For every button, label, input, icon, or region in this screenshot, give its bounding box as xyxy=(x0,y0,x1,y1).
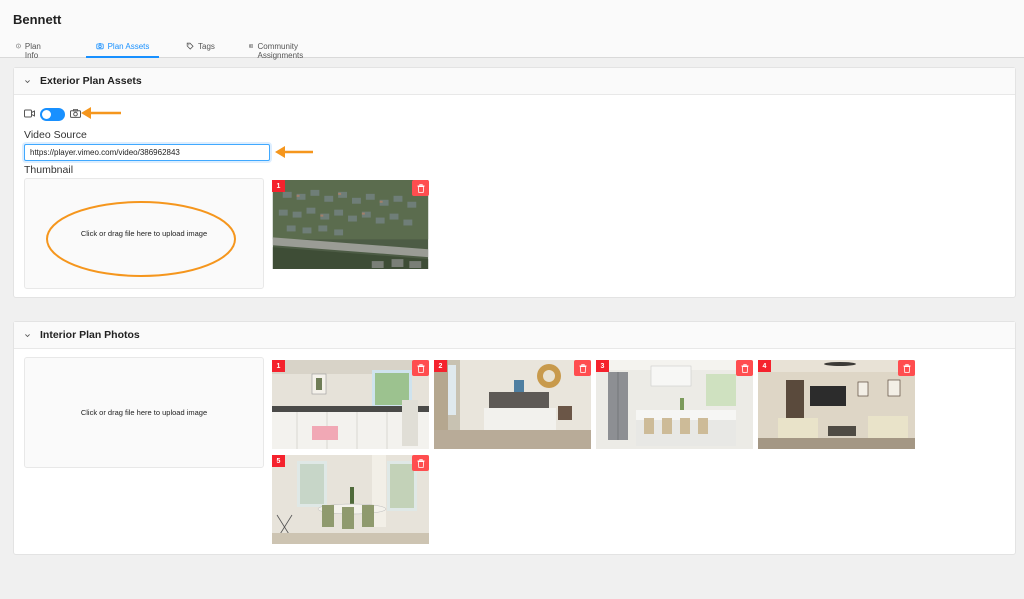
camera-icon xyxy=(70,109,81,118)
panel-title: Interior Plan Photos xyxy=(40,329,140,341)
tab-tags[interactable]: Tags xyxy=(186,34,215,58)
image-index-badge: 5 xyxy=(272,455,285,467)
interior-photo-1[interactable]: 1 xyxy=(272,360,429,449)
kitchen-photo xyxy=(272,360,429,449)
tab-label: Community Assignments xyxy=(257,42,304,60)
video-source-input[interactable] xyxy=(24,144,270,161)
image-index-badge: 3 xyxy=(596,360,609,372)
tab-plan-assets[interactable]: Plan Assets xyxy=(86,34,159,58)
tab-plan-info[interactable]: Plan Info xyxy=(16,34,44,60)
toggle-knob xyxy=(42,110,51,119)
delete-image-button[interactable] xyxy=(412,455,429,471)
chevron-down-icon xyxy=(25,79,30,83)
tab-label: Tags xyxy=(198,42,215,51)
table-icon xyxy=(249,44,254,48)
trash-icon xyxy=(417,458,424,468)
media-type-toggle[interactable] xyxy=(40,108,65,121)
trash-icon xyxy=(417,363,424,373)
trash-icon xyxy=(579,363,586,373)
upload-hint: Click or drag file here to upload image xyxy=(80,229,208,238)
exterior-thumbnail-1[interactable]: 1 xyxy=(272,180,429,270)
interior-panel-header[interactable]: Interior Plan Photos xyxy=(14,322,1015,349)
trash-icon xyxy=(741,363,748,373)
delete-image-button[interactable] xyxy=(412,360,429,376)
living-room-photo xyxy=(758,360,915,449)
page-header: Bennett Plan Info Plan Assets Tags Commu… xyxy=(0,0,1024,60)
delete-image-button[interactable] xyxy=(412,180,429,196)
image-index-badge: 2 xyxy=(434,360,447,372)
exterior-plan-assets-panel: Exterior Plan Assets Video Source Thumbn… xyxy=(13,67,1016,298)
interior-photo-4[interactable]: 4 xyxy=(758,360,915,449)
chevron-down-icon xyxy=(25,333,30,337)
bedroom-photo xyxy=(434,360,591,449)
delete-image-button[interactable] xyxy=(574,360,591,376)
thumbnail-upload-dropzone[interactable]: Click or drag file here to upload image xyxy=(24,178,264,289)
page-title: Bennett xyxy=(13,12,62,27)
video-icon xyxy=(24,109,35,118)
delete-image-button[interactable] xyxy=(898,360,915,376)
trash-icon xyxy=(903,363,910,373)
image-index-badge: 1 xyxy=(272,360,285,372)
interior-plan-photos-panel: Interior Plan Photos Click or drag file … xyxy=(13,321,1016,555)
exterior-panel-header[interactable]: Exterior Plan Assets xyxy=(14,68,1015,95)
aerial-neighborhood-photo xyxy=(272,180,429,269)
interior-photo-3[interactable]: 3 xyxy=(596,360,753,449)
info-icon xyxy=(16,43,21,49)
image-index-badge: 1 xyxy=(272,180,285,192)
trash-icon xyxy=(417,183,424,193)
thumbnail-label: Thumbnail xyxy=(24,164,74,176)
interior-upload-dropzone[interactable]: Click or drag file here to upload image xyxy=(24,357,264,468)
tag-icon xyxy=(186,42,194,50)
interior-photo-5[interactable]: 5 xyxy=(272,455,429,544)
camera-icon xyxy=(95,43,104,50)
dining-room-photo xyxy=(272,455,429,544)
upload-hint: Click or drag file here to upload image xyxy=(80,408,208,417)
kitchen-island-photo xyxy=(596,360,753,449)
video-source-label: Video Source xyxy=(24,129,87,141)
panel-title: Exterior Plan Assets xyxy=(40,75,142,87)
tab-community-assignments[interactable]: Community Assignments xyxy=(249,34,307,60)
tab-label: Plan Info xyxy=(24,42,41,60)
image-index-badge: 4 xyxy=(758,360,771,372)
tab-label: Plan Assets xyxy=(107,42,150,51)
delete-image-button[interactable] xyxy=(736,360,753,376)
interior-photo-2[interactable]: 2 xyxy=(434,360,591,449)
